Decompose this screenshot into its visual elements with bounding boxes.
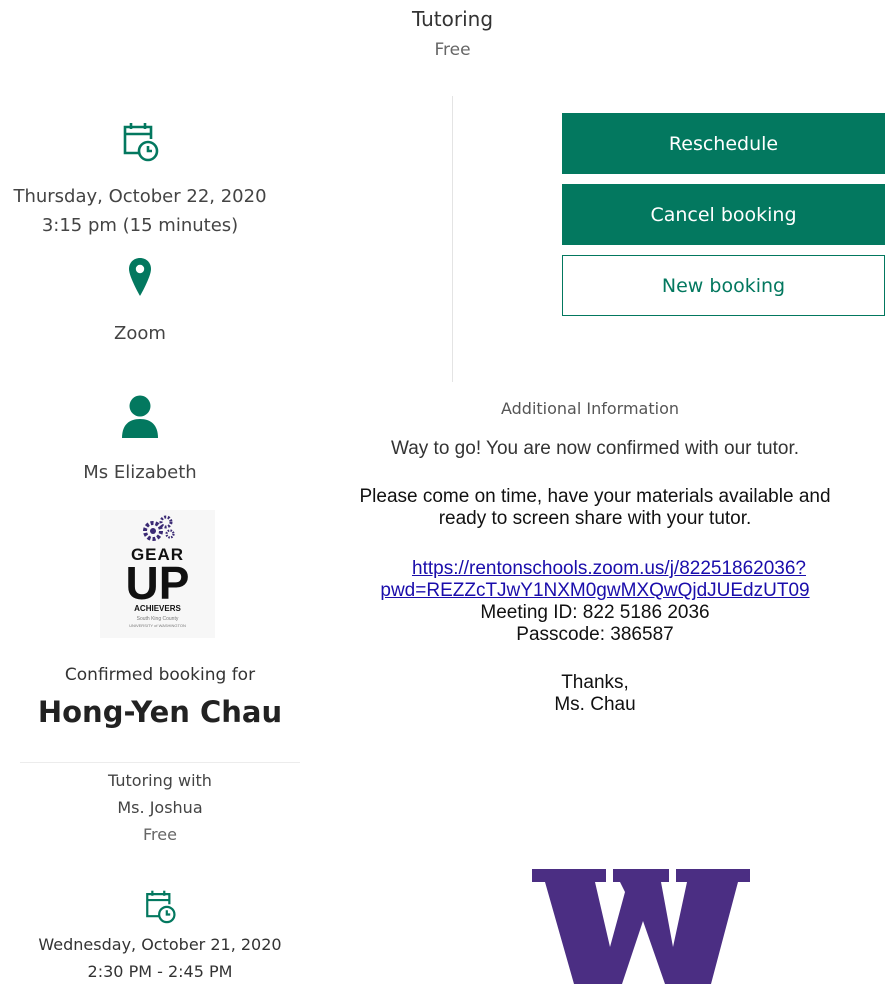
cancel-booking-button[interactable]: Cancel booking	[562, 184, 885, 245]
instructions-line-2: ready to screen share with your tutor.	[438, 508, 752, 529]
booking-time: 3:15 pm (15 minutes)	[41, 215, 239, 236]
previous-time: 2:30 PM - 2:45 PM	[87, 962, 233, 981]
gear-icon	[143, 515, 175, 541]
location-pin-icon	[0, 256, 280, 298]
column-divider	[452, 96, 453, 382]
previous-date: Wednesday, October 21, 2020	[38, 935, 282, 954]
calendar-clock-icon	[0, 120, 280, 162]
zoom-link-part-1[interactable]: https://rentonschools.zoom.us/j/82251862…	[412, 558, 806, 579]
logo-up-text: UP	[125, 557, 190, 609]
staff-name: Ms Elizabeth	[83, 462, 197, 483]
customer-name: Hong-Yen Chau	[37, 695, 283, 729]
logo-university-text: UNIVERSITY of WASHINGTON	[129, 623, 186, 628]
gear-up-logo: GEAR UP ACHIEVERS South King County UNIV…	[100, 510, 215, 638]
booking-location: Zoom	[114, 323, 166, 344]
reschedule-button[interactable]: Reschedule	[562, 113, 885, 174]
additional-info-title: Additional Information	[500, 399, 680, 418]
instructions-line-1: Please come on time, have your materials…	[359, 486, 831, 507]
new-booking-button[interactable]: New booking	[562, 255, 885, 316]
signature: Ms. Chau	[554, 694, 636, 715]
previous-tutor-name: Ms. Joshua	[117, 798, 203, 817]
zoom-link-part-2[interactable]: pwd=REZZcTJwY1NXM0gwMXQwQjdJUEdzUT09	[380, 580, 809, 601]
previous-price: Free	[143, 825, 177, 844]
service-title: Tutoring	[411, 7, 494, 31]
additional-info-body: Way to go! You are now confirmed with ou…	[310, 438, 880, 716]
calendar-clock-icon	[20, 888, 300, 924]
logo-region-text: South King County	[136, 616, 179, 622]
section-divider	[20, 762, 300, 763]
logo-achievers-text: ACHIEVERS	[134, 604, 181, 613]
confirmed-booking-label: Confirmed booking for	[64, 665, 256, 685]
sign-off: Thanks,	[561, 672, 629, 693]
service-price: Free	[434, 40, 471, 60]
previous-tutoring-label: Tutoring with	[108, 771, 212, 790]
uw-w-logo	[532, 869, 750, 984]
passcode: Passcode: 386587	[516, 624, 674, 645]
booking-date: Thursday, October 22, 2020	[13, 186, 267, 207]
person-icon	[0, 394, 280, 438]
meeting-id: Meeting ID: 822 5186 2036	[480, 602, 710, 623]
confirmation-message: Way to go! You are now confirmed with ou…	[390, 438, 800, 459]
